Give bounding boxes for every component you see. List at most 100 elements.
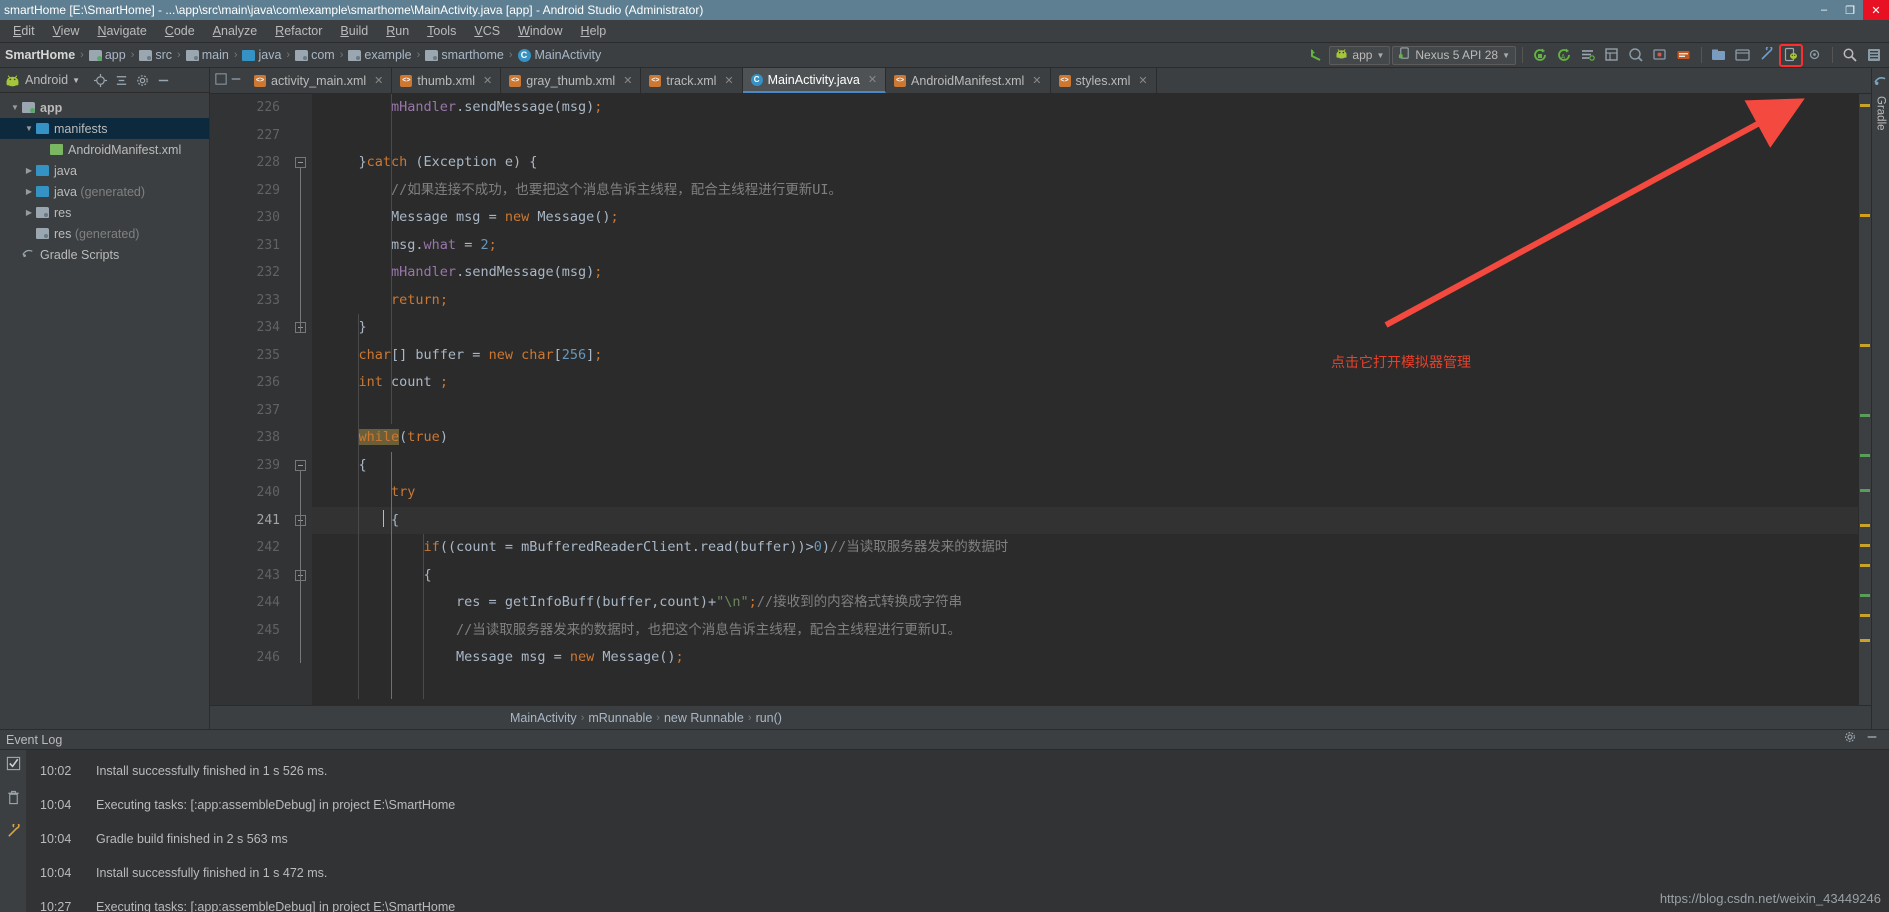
fold-marker-icon[interactable]	[295, 157, 306, 168]
code-editor[interactable]: 226 227 228 229 230 231 232 233 234 235 236 237 238 2…	[210, 94, 1871, 705]
status-breadcrumb-item[interactable]: MainActivity	[510, 711, 577, 725]
code-line[interactable]: mHandler.sendMessage(msg);	[312, 94, 1858, 122]
back-arrow-icon[interactable]	[1305, 45, 1327, 66]
locate-icon[interactable]	[92, 72, 109, 89]
chevron-down-icon[interactable]: ▼	[72, 76, 80, 85]
close-icon[interactable]: ✕	[868, 73, 877, 86]
tree-item-androidmanifest-xml[interactable]: AndroidManifest.xml	[0, 139, 209, 160]
sdk-manager-2-icon[interactable]	[1804, 45, 1826, 66]
breadcrumb-item-example[interactable]: example	[345, 48, 414, 62]
tree-expand-arrow-icon[interactable]: ▶	[22, 208, 36, 217]
breadcrumb-item-main[interactable]: main	[183, 48, 232, 62]
checkmark-icon[interactable]	[6, 756, 21, 776]
close-icon[interactable]: ✕	[1138, 74, 1147, 87]
breadcrumb-item-java[interactable]: java	[239, 48, 284, 62]
breadcrumb-item-src[interactable]: src	[136, 48, 175, 62]
tree-item-res[interactable]: res (generated)	[0, 223, 209, 244]
code-marker[interactable]	[1860, 524, 1870, 527]
breadcrumb-item-smarthome[interactable]: SmartHome	[2, 48, 78, 62]
code-line[interactable]: mHandler.sendMessage(msg);	[312, 259, 1858, 287]
sdk-manager-icon[interactable]	[1673, 45, 1695, 66]
event-log-row[interactable]: 10:02 Install successfully finished in 1 …	[26, 754, 1889, 788]
hide-panel-icon[interactable]	[155, 72, 172, 89]
code-marker[interactable]	[1860, 639, 1870, 642]
menu-item-tools[interactable]: Tools	[418, 22, 465, 40]
event-log-row[interactable]: 10:04 Executing tasks: [:app:assembleDebu…	[26, 788, 1889, 822]
code-marker[interactable]	[1860, 104, 1870, 107]
tree-expand-arrow-icon[interactable]: ▼	[8, 103, 22, 112]
code-marker[interactable]	[1860, 594, 1870, 597]
maximize-button[interactable]: ❐	[1837, 0, 1863, 20]
code-line[interactable]: //当读取服务器发来的数据时，也把这个消息告诉主线程，配合主线程进行更新UI。	[312, 617, 1858, 645]
menu-item-build[interactable]: Build	[331, 22, 377, 40]
close-button[interactable]: ✕	[1863, 0, 1889, 20]
settings-gear-icon[interactable]	[1843, 730, 1857, 749]
breadcrumb-item-mainactivity[interactable]: C MainActivity	[515, 48, 605, 62]
hide-panel-icon[interactable]	[1865, 730, 1879, 749]
editor-tab-thumb-xml[interactable]: <> thumb.xml ✕	[392, 68, 502, 93]
fold-marker-icon[interactable]	[295, 459, 306, 471]
gradle-tool-label[interactable]: Gradle	[1875, 96, 1887, 131]
menu-item-code[interactable]: Code	[156, 22, 204, 40]
device-selector[interactable]: Nexus 5 API 28 ▼	[1392, 45, 1516, 65]
code-line[interactable]: //如果连接不成功，也要把这个消息告诉主线程，配合主线程进行更新UI。	[312, 177, 1858, 205]
status-breadcrumb-item[interactable]: run()	[756, 711, 782, 725]
close-icon[interactable]: ✕	[1032, 74, 1041, 87]
code-line[interactable]: try	[312, 479, 1858, 507]
editor-tab-track-xml[interactable]: <> track.xml ✕	[641, 68, 743, 93]
device-file-explorer-icon[interactable]	[1649, 45, 1671, 66]
code-line[interactable]	[312, 122, 1858, 150]
event-log-row[interactable]: 10:04 Install successfully finished in 1 …	[26, 856, 1889, 890]
code-line[interactable]: if((count = mBufferedReaderClient.read(b…	[312, 534, 1858, 562]
code-line[interactable]: char[] buffer = new char[256];	[312, 342, 1858, 370]
code-line[interactable]: Message msg = new Message();	[312, 644, 1858, 672]
code-text[interactable]: mHandler.sendMessage(msg); }catch (Excep…	[312, 94, 1858, 705]
menu-item-refactor[interactable]: Refactor	[266, 22, 331, 40]
menu-item-window[interactable]: Window	[509, 22, 571, 40]
code-marker[interactable]	[1860, 544, 1870, 547]
code-line[interactable]: {	[312, 506, 1858, 534]
code-line[interactable]: }	[312, 314, 1858, 342]
search-icon[interactable]	[1839, 45, 1861, 66]
code-marker[interactable]	[1860, 344, 1870, 347]
menu-item-help[interactable]: Help	[572, 22, 616, 40]
settings-gear-icon[interactable]	[134, 72, 151, 89]
editor-tab-androidmanifest-xml[interactable]: <> AndroidManifest.xml ✕	[886, 68, 1051, 93]
attach-debugger-icon[interactable]	[1577, 45, 1599, 66]
tree-item-app[interactable]: ▼ app	[0, 97, 209, 118]
wrench-icon[interactable]	[6, 821, 21, 844]
code-line[interactable]: msg.what = 2;	[312, 232, 1858, 260]
code-marker[interactable]	[1860, 614, 1870, 617]
trash-icon[interactable]	[6, 790, 21, 810]
close-icon[interactable]: ✕	[724, 74, 733, 87]
code-folding-gutter[interactable]	[290, 94, 312, 705]
code-line[interactable]: int count ;	[312, 369, 1858, 397]
editor-marker-gutter[interactable]	[1858, 94, 1871, 705]
run-configuration-selector[interactable]: app ▼	[1329, 45, 1391, 65]
code-marker[interactable]	[1860, 489, 1870, 492]
tree-item-manifests[interactable]: ▼ manifests	[0, 118, 209, 139]
close-icon[interactable]: ✕	[623, 74, 632, 87]
tree-expand-arrow-icon[interactable]: ▶	[22, 166, 36, 175]
gradle-icon[interactable]	[1874, 74, 1887, 92]
expand-icon[interactable]	[214, 72, 227, 90]
breadcrumb-item-app[interactable]: app	[86, 48, 129, 62]
tree-expand-arrow-icon[interactable]: ▼	[22, 124, 36, 133]
editor-tab-styles-xml[interactable]: <> styles.xml ✕	[1051, 68, 1157, 93]
code-marker[interactable]	[1860, 564, 1870, 567]
code-line[interactable]: Message msg = new Message();	[312, 204, 1858, 232]
avd-manager-icon[interactable]	[1779, 43, 1803, 67]
code-marker[interactable]	[1860, 214, 1870, 217]
close-icon[interactable]: ✕	[483, 74, 492, 87]
code-marker[interactable]	[1860, 414, 1870, 417]
tree-item-java[interactable]: ▶ java	[0, 160, 209, 181]
editor-tab-gray-thumb-xml[interactable]: <> gray_thumb.xml ✕	[501, 68, 642, 93]
profiler-icon[interactable]	[1625, 45, 1647, 66]
module-settings-icon[interactable]	[1732, 45, 1754, 66]
menu-item-analyze[interactable]: Analyze	[204, 22, 266, 40]
menu-item-navigate[interactable]: Navigate	[88, 22, 155, 40]
breadcrumb-item-com[interactable]: com	[292, 48, 338, 62]
tree-item-res[interactable]: ▶ res	[0, 202, 209, 223]
sync-gradle-icon[interactable]	[1529, 45, 1551, 66]
sdk-tools-icon[interactable]	[1756, 45, 1778, 66]
